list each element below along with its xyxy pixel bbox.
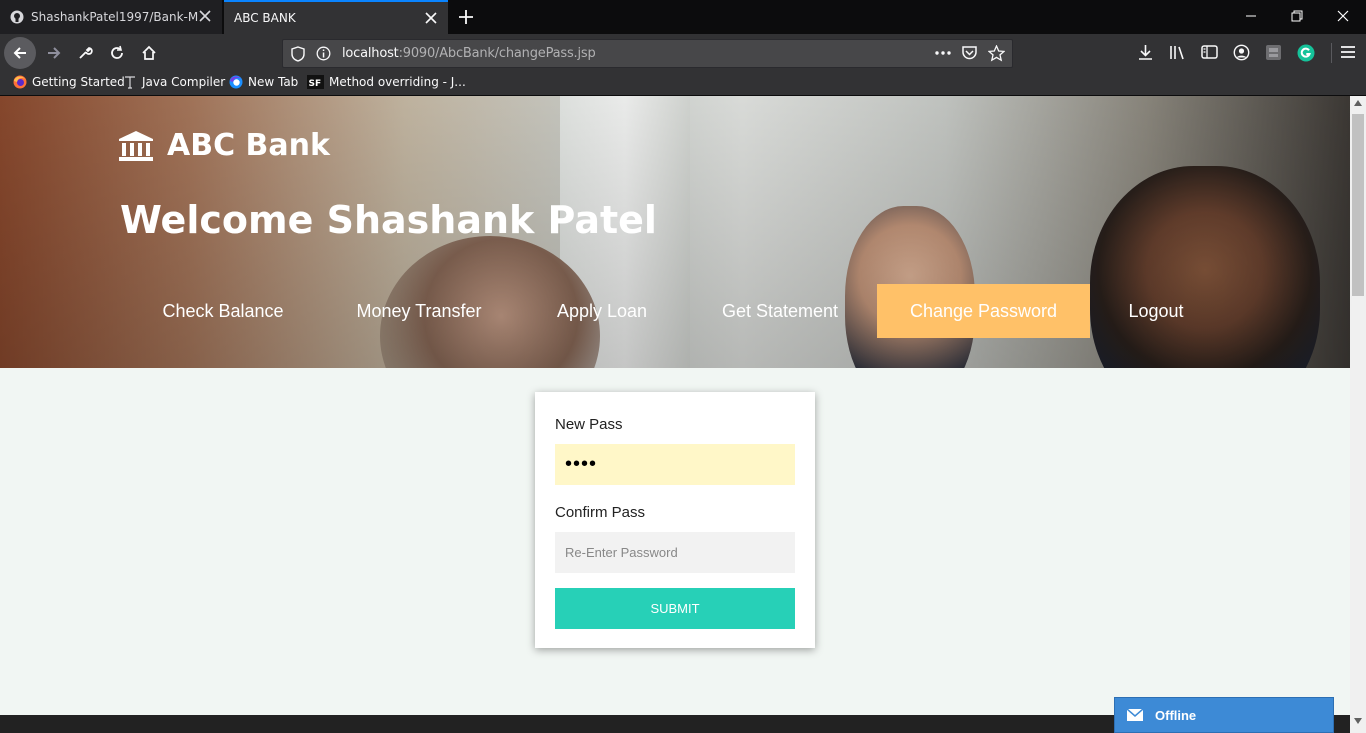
- home-button[interactable]: [134, 38, 164, 68]
- mail-icon: [1127, 709, 1143, 721]
- tab-title: ABC BANK: [234, 11, 296, 25]
- extension-icon[interactable]: [1265, 44, 1282, 65]
- url-text: localhost:9090/AbcBank/changePass.jsp: [342, 46, 596, 61]
- confirm-password-input[interactable]: [555, 532, 795, 573]
- scroll-thumb[interactable]: [1352, 114, 1364, 296]
- bookmark-getting-started[interactable]: Getting Started: [13, 75, 125, 89]
- back-arrow-icon: [13, 47, 26, 59]
- menu-icon[interactable]: [1340, 44, 1356, 64]
- menu-money-transfer[interactable]: Money Transfer: [338, 284, 500, 338]
- navigation-toolbar: localhost:9090/AbcBank/changePass.jsp: [0, 34, 1366, 72]
- menu-logout[interactable]: Logout: [1108, 284, 1204, 338]
- confirm-pass-label: Confirm Pass: [555, 504, 646, 521]
- bookmarks-bar: Getting Started Java Compiler New Tab SF…: [0, 72, 1366, 96]
- chat-status: Offline: [1155, 707, 1197, 723]
- brand-logo[interactable]: ABC Bank: [118, 128, 330, 163]
- menu-get-statement[interactable]: Get Statement: [703, 284, 857, 338]
- tab-title: ShashankPatel1997/Bank-Mana: [31, 10, 199, 24]
- library-icon[interactable]: [1169, 44, 1187, 65]
- home-icon: [142, 45, 156, 60]
- menu-change-password[interactable]: Change Password: [877, 284, 1090, 338]
- change-password-card: New Pass Confirm Pass SUBMIT: [535, 392, 815, 648]
- page-viewport: ABC Bank Welcome Shashank Patel Check Ba…: [0, 96, 1350, 733]
- submit-button[interactable]: SUBMIT: [555, 588, 795, 629]
- pocket-icon[interactable]: [961, 45, 978, 65]
- menu-check-balance[interactable]: Check Balance: [150, 284, 296, 338]
- toolbar-separator: [1331, 43, 1332, 63]
- url-path: :9090/AbcBank/changePass.jsp: [398, 46, 596, 61]
- downloads-icon[interactable]: [1137, 44, 1154, 65]
- svg-text:SF: SF: [309, 79, 322, 89]
- bookmark-label: Method overriding - J...: [329, 75, 466, 89]
- bookmark-label: Java Compiler: [142, 75, 226, 89]
- address-bar[interactable]: localhost:9090/AbcBank/changePass.jsp: [282, 39, 1013, 68]
- text-t-icon: [123, 75, 137, 89]
- github-icon: [10, 10, 24, 24]
- account-icon[interactable]: [1233, 44, 1250, 65]
- reload-icon: [111, 45, 123, 59]
- tab-abc-bank[interactable]: ABC BANK: [224, 0, 448, 34]
- bank-icon: [119, 130, 153, 161]
- brand-name: ABC Bank: [167, 128, 330, 163]
- bookmark-label: New Tab: [248, 75, 299, 89]
- forward-arrow-icon: [48, 47, 61, 59]
- page-scrollbar[interactable]: [1350, 96, 1366, 733]
- welcome-heading: Welcome Shashank Patel: [120, 198, 657, 242]
- bookmark-label: Getting Started: [32, 75, 125, 89]
- forward-button[interactable]: [39, 38, 69, 68]
- wrench-icon[interactable]: [70, 38, 100, 68]
- minimize-icon[interactable]: [1228, 0, 1274, 32]
- reload-button[interactable]: [102, 38, 132, 68]
- scroll-down-icon[interactable]: [1354, 718, 1362, 724]
- new-tab-icon[interactable]: [456, 7, 476, 27]
- page-actions-icon[interactable]: [934, 45, 952, 65]
- close-window-icon[interactable]: [1320, 0, 1366, 32]
- close-tab-icon[interactable]: [198, 9, 212, 23]
- bookmark-star-icon[interactable]: [987, 44, 1006, 66]
- bookmark-method-overriding[interactable]: SF Method overriding - J...: [307, 75, 466, 89]
- url-host: localhost: [342, 46, 399, 61]
- grammarly-icon[interactable]: [1297, 44, 1315, 66]
- new-password-input[interactable]: [555, 444, 795, 485]
- sf-icon: SF: [307, 75, 324, 89]
- firefox-icon: [229, 75, 243, 89]
- restore-icon[interactable]: [1274, 0, 1320, 32]
- tab-bar: ShashankPatel1997/Bank-Mana ABC BANK: [0, 0, 1366, 34]
- back-button[interactable]: [4, 37, 36, 69]
- firefox-icon: [13, 75, 27, 89]
- tab-github[interactable]: ShashankPatel1997/Bank-Mana: [0, 0, 222, 34]
- bookmark-new-tab[interactable]: New Tab: [229, 75, 298, 89]
- menu-apply-loan[interactable]: Apply Loan: [540, 284, 664, 338]
- info-icon[interactable]: [316, 46, 331, 65]
- close-tab-icon[interactable]: [424, 11, 438, 25]
- bookmark-java-compiler[interactable]: Java Compiler: [123, 75, 225, 89]
- sidebar-icon[interactable]: [1201, 44, 1218, 64]
- main-menu: Check Balance Money Transfer Apply Loan …: [0, 284, 1350, 338]
- chat-widget[interactable]: Offline: [1114, 697, 1334, 733]
- shield-icon[interactable]: [291, 46, 305, 66]
- scroll-up-icon[interactable]: [1354, 100, 1362, 106]
- hero-banner: ABC Bank Welcome Shashank Patel Check Ba…: [0, 96, 1350, 368]
- new-pass-label: New Pass: [555, 416, 623, 433]
